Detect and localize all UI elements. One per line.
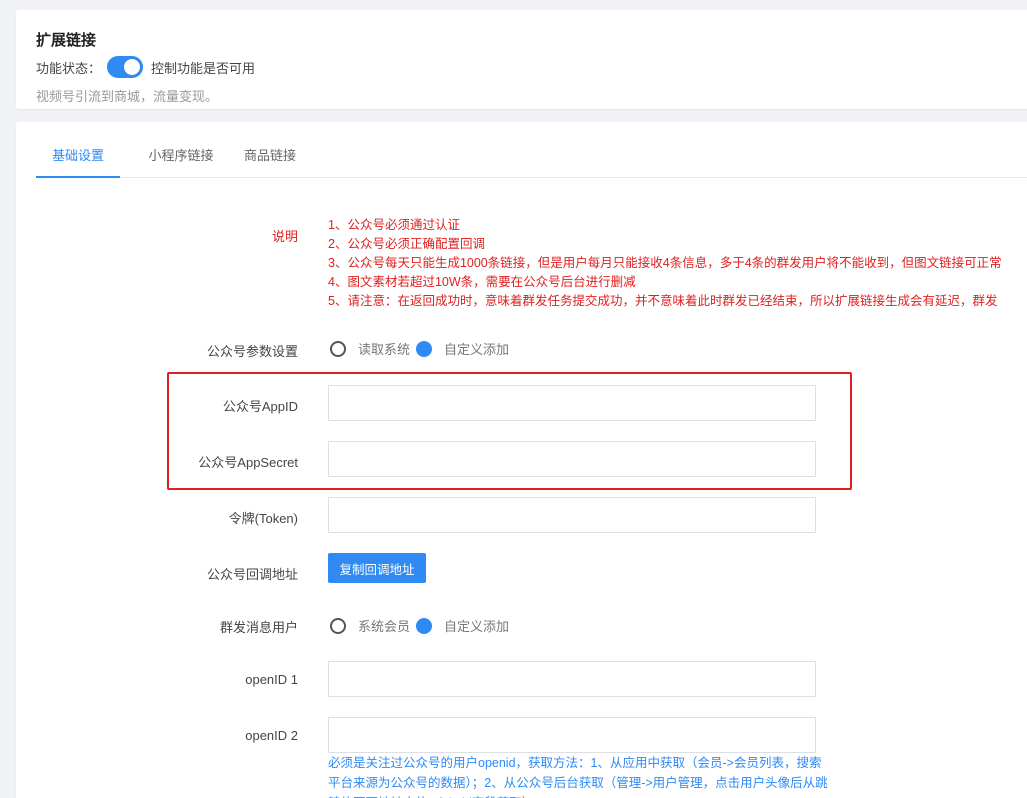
appsecret-label: 公众号AppSecret (198, 455, 298, 470)
radio-read-system[interactable] (330, 340, 346, 357)
note-item: 4、图文素材若超过10W条，需要在公众号后台进行删减 (328, 275, 636, 289)
note-item: 3、公众号每天只能生成1000条链接，但是用户每月只能接收4条信息，多于4条的群… (328, 256, 1002, 270)
radio-custom-add-users[interactable] (416, 617, 433, 634)
openid-help-text: 必须是关注过公众号的用户openid，获取方法：1、从应用中获取（会员->会员列… (328, 756, 828, 798)
notes-label: 说明 (271, 229, 298, 244)
radio-read-system-label: 读取系统 (358, 342, 411, 357)
tab-mini-program-link[interactable]: 小程序链接 (138, 122, 224, 178)
param-settings-label: 公众号参数设置 (206, 344, 298, 359)
radio-custom-add[interactable] (416, 340, 433, 357)
toggle-knob (124, 59, 141, 75)
note-item: 1、公众号必须通过认证 (328, 218, 460, 232)
extension-subtitle: 视频号引流到商城，流量变现。 (36, 89, 219, 104)
openid1-input[interactable] (328, 661, 816, 697)
openid1-label: openID 1 (245, 672, 298, 687)
radio-custom-add-users-label: 自定义添加 (444, 619, 510, 634)
token-label: 令牌(Token) (228, 511, 298, 526)
note-item: 5、请注意：在返回成功时，意味着群发任务提交成功，并不意味着此时群发已经结束，所… (328, 294, 998, 308)
settings-card: 基础设置 小程序链接 商品链接 说明 1、公众号必须通过认证 2、公众号必须正确… (16, 122, 1027, 798)
status-description: 控制功能是否可用 (151, 60, 256, 76)
appid-input[interactable] (328, 385, 816, 421)
mass-message-users-label: 群发消息用户 (219, 620, 298, 635)
status-row: 功能状态： 控制功能是否可用 (36, 56, 255, 78)
param-settings-radio-group: 读取系统 自定义添加 (330, 339, 515, 358)
status-label: 功能状态： (36, 60, 102, 76)
extension-header-card: 扩展链接 功能状态： 控制功能是否可用 视频号引流到商城，流量变现。 (16, 10, 1027, 109)
radio-system-member[interactable] (330, 617, 346, 634)
function-status-toggle[interactable] (107, 56, 144, 78)
notes-list: 1、公众号必须通过认证 2、公众号必须正确配置回调 3、公众号每天只能生成100… (328, 216, 1002, 311)
note-item: 2、公众号必须正确配置回调 (328, 237, 485, 251)
appid-label: 公众号AppID (222, 399, 298, 414)
tab-goods-link[interactable]: 商品链接 (240, 122, 300, 178)
copy-callback-url-button[interactable]: 复制回调地址 (328, 553, 426, 583)
callback-url-label: 公众号回调地址 (206, 567, 298, 582)
token-input[interactable] (328, 497, 816, 533)
tab-bar: 基础设置 小程序链接 商品链接 (36, 122, 1027, 178)
mass-users-radio-group: 系统会员 自定义添加 (330, 616, 515, 635)
openid2-input[interactable] (328, 717, 816, 753)
tab-basic-settings[interactable]: 基础设置 (36, 122, 120, 178)
extension-title: 扩展链接 (36, 32, 97, 49)
radio-system-member-label: 系统会员 (358, 619, 411, 634)
radio-custom-add-label: 自定义添加 (444, 342, 510, 357)
appsecret-input[interactable] (328, 441, 816, 477)
openid2-label: openID 2 (245, 728, 298, 743)
